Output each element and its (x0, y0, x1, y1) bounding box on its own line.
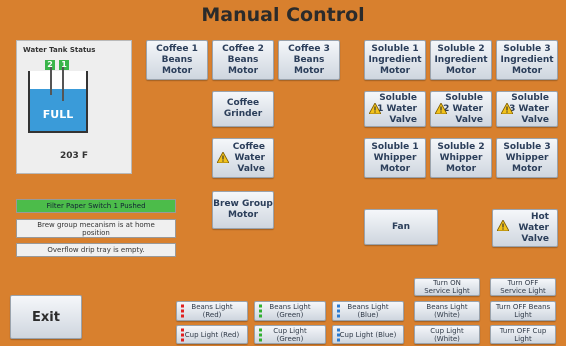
coffee-water-valve-label: Coffee Water Valve (232, 141, 265, 174)
coffee-water-valve-button[interactable]: Coffee Water Valve (212, 138, 274, 178)
warning-icon (435, 103, 447, 114)
cup-light-white-button[interactable]: Cup Light (White) (414, 325, 480, 344)
cup-light-red-label: Cup Light (Red) (184, 330, 240, 339)
water-tank-graphic: FULL (28, 67, 88, 133)
soluble2-water-valve-button[interactable]: Soluble 2 Water Valve (430, 91, 492, 127)
soluble2-ingredient-motor-button[interactable]: Soluble 2 Ingredient Motor (430, 40, 492, 80)
soluble3-whipper-motor-button[interactable]: Soluble 3 Whipper Motor (496, 138, 558, 178)
cup-light-green-label: Cup Light (Green) (273, 326, 307, 343)
water-tank-panel: Water Tank Status 2 1 FULL 203 F (16, 40, 132, 174)
beans-light-red-button[interactable]: Beans Light (Red) (176, 301, 248, 321)
beans-light-white-button[interactable]: Beans Light (White) (414, 301, 480, 321)
turn-off-beans-light-button[interactable]: Turn OFF Beans Light (490, 301, 556, 321)
soluble3-water-valve-label: Soluble 3 Water Valve (509, 92, 549, 125)
led-indicator-icon (259, 304, 262, 318)
status-brew-group: Brew group mecanism is at home position (16, 219, 176, 238)
beans-light-green-label: Beans Light (Green) (269, 303, 311, 319)
cup-light-blue-label: Cup Light (Blue) (339, 330, 397, 339)
warning-icon (217, 152, 229, 163)
tank-temperature: 203 F (59, 151, 89, 161)
led-indicator-icon (337, 328, 340, 341)
probe-1 (50, 67, 52, 95)
beans-light-green-button[interactable]: Beans Light (Green) (254, 301, 326, 321)
soluble1-ingredient-motor-button[interactable]: Soluble 1 Ingredient Motor (364, 40, 426, 80)
soluble2-water-valve-label: Soluble 2 Water Valve (443, 92, 483, 125)
cup-light-blue-button[interactable]: Cup Light (Blue) (332, 325, 404, 344)
fan-button[interactable]: Fan (364, 209, 438, 245)
probe-2 (62, 67, 64, 101)
hot-water-valve-button[interactable]: Hot Water Valve (492, 209, 558, 247)
led-indicator-icon (337, 304, 340, 318)
turn-off-service-light-button[interactable]: Turn OFF Service Light (490, 278, 556, 296)
coffee-grinder-button[interactable]: Coffee Grinder (212, 91, 274, 127)
coffee2-beans-motor-button[interactable]: Coffee 2 Beans Motor (212, 40, 274, 80)
turn-on-service-light-button[interactable]: Turn ON Service Light (414, 278, 480, 296)
cup-light-green-button[interactable]: Cup Light (Green) (254, 325, 326, 344)
beans-light-red-label: Beans Light (Red) (191, 303, 233, 319)
soluble3-ingredient-motor-button[interactable]: Soluble 3 Ingredient Motor (496, 40, 558, 80)
indicator-right: 1 (59, 60, 69, 70)
warning-icon (501, 103, 513, 114)
soluble3-water-valve-button[interactable]: Soluble 3 Water Valve (496, 91, 558, 127)
brew-group-motor-button[interactable]: Brew Group Motor (212, 191, 274, 229)
led-indicator-icon (181, 328, 184, 341)
coffee3-beans-motor-button[interactable]: Coffee 3 Beans Motor (278, 40, 340, 80)
water-tank-label: Water Tank Status (23, 46, 96, 54)
coffee1-beans-motor-button[interactable]: Coffee 1 Beans Motor (146, 40, 208, 80)
status-drip-tray: Overflow drip tray is empty. (16, 243, 176, 257)
led-indicator-icon (259, 328, 262, 341)
soluble2-whipper-motor-button[interactable]: Soluble 2 Whipper Motor (430, 138, 492, 178)
page-title: Manual Control (201, 4, 365, 26)
soluble1-whipper-motor-button[interactable]: Soluble 1 Whipper Motor (364, 138, 426, 178)
beans-light-blue-button[interactable]: Beans Light (Blue) (332, 301, 404, 321)
exit-button[interactable]: Exit (10, 295, 82, 339)
turn-off-cup-light-button[interactable]: Turn OFF Cup Light (490, 325, 556, 344)
hot-water-valve-label: Hot Water Valve (518, 211, 549, 244)
tank-level-text: FULL (42, 108, 74, 121)
cup-light-red-button[interactable]: Cup Light (Red) (176, 325, 248, 344)
led-indicator-icon (181, 304, 184, 318)
status-filter-paper: Filter Paper Switch 1 Pushed (16, 199, 176, 213)
beans-light-blue-label: Beans Light (Blue) (347, 303, 389, 319)
warning-icon (497, 220, 509, 231)
warning-icon (369, 103, 381, 114)
soluble1-water-valve-label: Soluble 1 Water Valve (377, 92, 417, 125)
soluble1-water-valve-button[interactable]: Soluble 1 Water Valve (364, 91, 426, 127)
